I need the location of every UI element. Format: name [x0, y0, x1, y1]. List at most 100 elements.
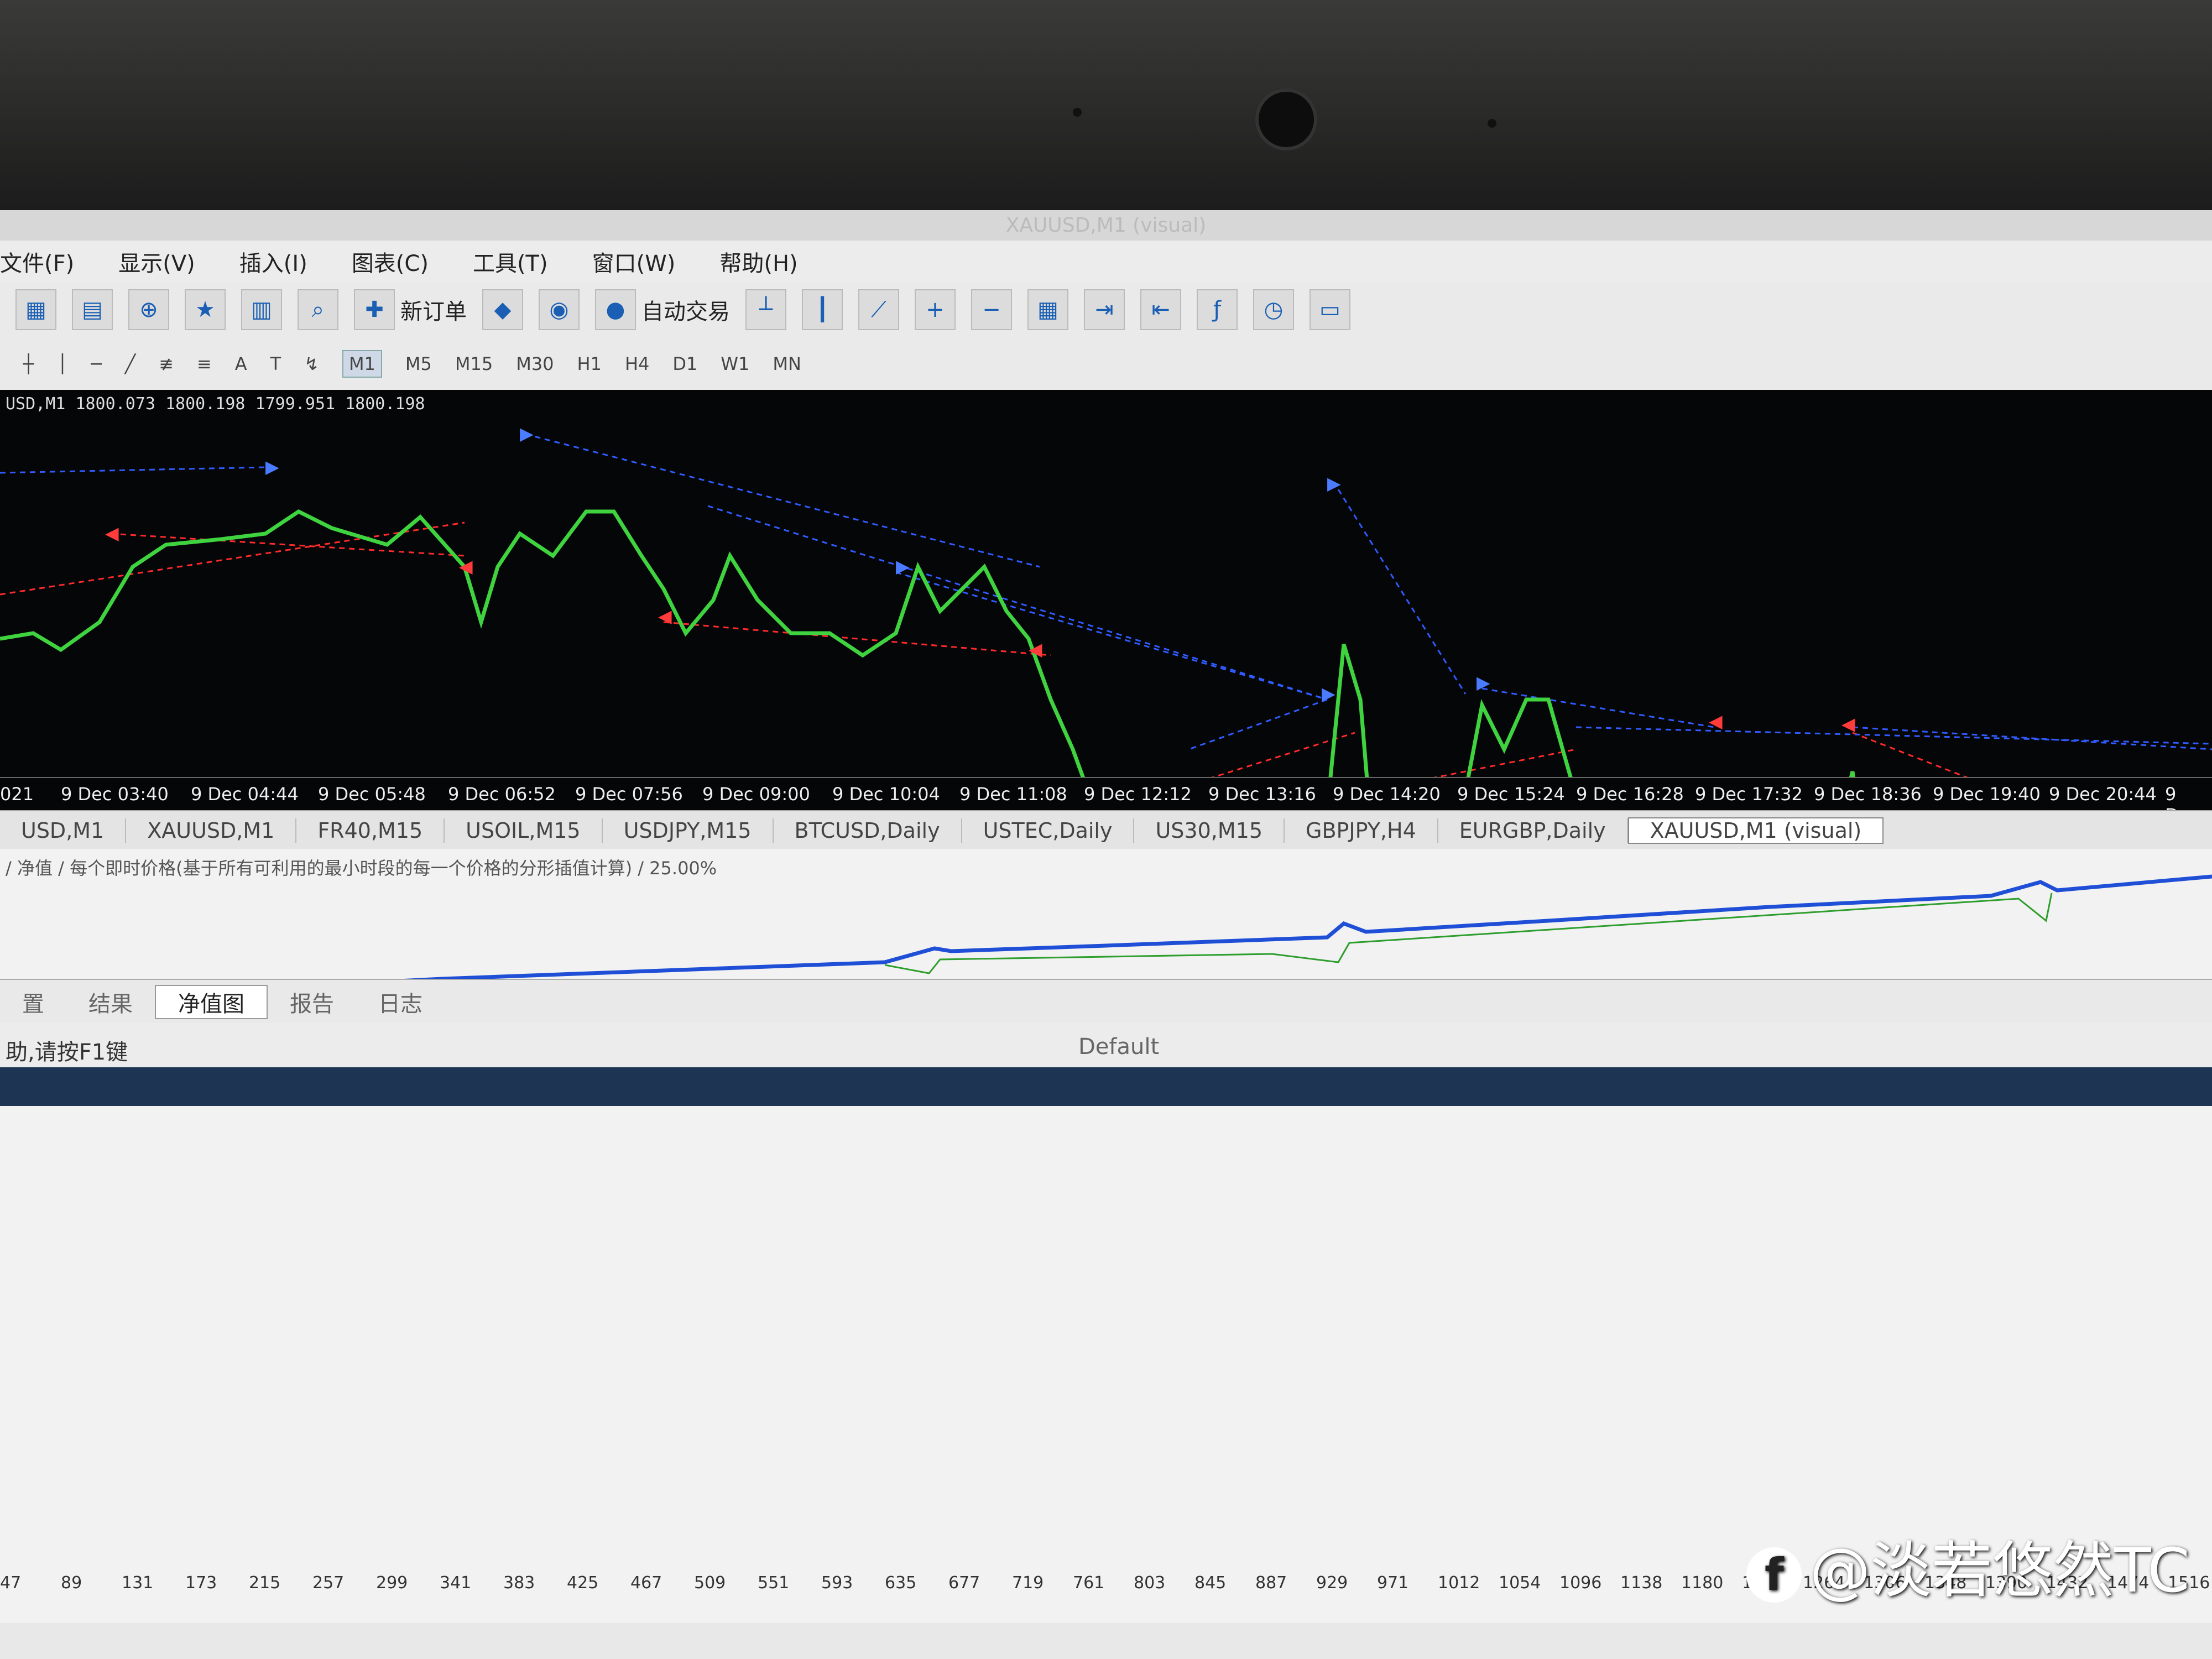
- label-tool-icon[interactable]: T: [270, 353, 281, 374]
- metaeditor-icon[interactable]: ◆: [482, 289, 523, 330]
- autoscroll-icon[interactable]: ⇥: [1084, 289, 1125, 330]
- x-label: 299: [376, 1573, 408, 1593]
- new-order-icon[interactable]: ✚: [354, 289, 395, 330]
- buy-arrow-icon: ▶: [1477, 672, 1490, 693]
- timeframe-m1[interactable]: M1: [342, 349, 382, 378]
- tile-windows-icon[interactable]: ▦: [1027, 289, 1068, 330]
- time-label: 9 Dec 05:48: [318, 784, 426, 805]
- tester-icon[interactable]: ⌕: [298, 289, 338, 330]
- profiles-icon[interactable]: ▤: [72, 289, 113, 330]
- chart-tab[interactable]: USD,M1: [0, 818, 127, 843]
- new-order-button[interactable]: 新订单: [400, 294, 467, 326]
- x-label: 887: [1255, 1573, 1287, 1593]
- zoom-out-icon[interactable]: −: [971, 289, 1012, 330]
- menu-help[interactable]: 帮助(H): [719, 246, 797, 278]
- buy-arrow-icon: ▶: [265, 456, 279, 477]
- menu-file[interactable]: 文件(F): [0, 246, 74, 278]
- signals-icon[interactable]: ◉: [539, 289, 580, 330]
- trade-line: [707, 505, 1328, 701]
- navigator-icon[interactable]: ★: [185, 289, 226, 330]
- candle-chart-icon[interactable]: ┃: [802, 289, 843, 330]
- chart-tab[interactable]: USOIL,M15: [445, 818, 603, 843]
- drawing-toolbar: ┼ │ ─ ╱ ≢ ≡ A T ↯ M1 M5 M15 M30 H1 H4 D1…: [0, 337, 2212, 391]
- timeframe-h1[interactable]: H1: [577, 353, 602, 374]
- status-profile: Default: [1078, 1034, 1160, 1060]
- chart-tabs: USD,M1 XAUUSD,M1 FR40,M15 USOIL,M15 USDJ…: [0, 810, 2212, 850]
- x-label: 677: [948, 1573, 980, 1593]
- buy-arrow-icon: ▶: [520, 423, 534, 444]
- watermark-text: @淡若悠然TC: [1809, 1535, 2190, 1606]
- x-label: 1138: [1620, 1573, 1663, 1593]
- tab-equity-graph[interactable]: 净值图: [155, 985, 268, 1019]
- x-label: 635: [885, 1573, 917, 1593]
- timeframe-m5[interactable]: M5: [405, 353, 432, 374]
- line-chart-icon[interactable]: ⟋: [858, 289, 899, 330]
- time-label: 9 Dec 09:00: [702, 784, 810, 805]
- tab-results[interactable]: 结果: [66, 986, 155, 1018]
- x-label: 425: [567, 1573, 599, 1593]
- sell-arrow-icon: ◀: [658, 606, 672, 627]
- bar-chart-icon[interactable]: ┴: [745, 289, 786, 330]
- menu-charts[interactable]: 图表(C): [352, 246, 429, 278]
- timeframe-h4[interactable]: H4: [625, 353, 649, 374]
- chart-tab-active[interactable]: XAUUSD,M1 (visual): [1627, 817, 1884, 844]
- chart-tab[interactable]: FR40,M15: [296, 818, 445, 843]
- timeframe-m15[interactable]: M15: [455, 353, 493, 374]
- buy-arrow-icon: ▶: [1322, 683, 1335, 704]
- x-label: 1180: [1681, 1573, 1724, 1593]
- chart-tab[interactable]: GBPJPY,H4: [1285, 818, 1438, 843]
- timeframe-d1[interactable]: D1: [672, 353, 697, 374]
- webcam: [1255, 88, 1317, 150]
- crosshair-icon[interactable]: ⊕: [128, 289, 169, 330]
- x-label: 257: [312, 1573, 345, 1593]
- time-label: 9 Dec 18:36: [1814, 784, 1922, 805]
- sell-arrow-icon: ◀: [105, 523, 119, 544]
- chart-tab[interactable]: BTCUSD,Daily: [774, 818, 962, 843]
- chart-shift-icon[interactable]: ⇤: [1140, 289, 1181, 330]
- x-label: 89: [61, 1573, 82, 1593]
- chart-tab[interactable]: USTEC,Daily: [962, 818, 1135, 843]
- sell-arrow-icon: ◀: [1709, 711, 1723, 732]
- new-chart-icon[interactable]: ▦: [15, 289, 56, 330]
- timeframe-mn[interactable]: MN: [773, 353, 801, 374]
- chart-tab[interactable]: EURGBP,Daily: [1438, 818, 1628, 843]
- status-bar: 助,请按F1键 Default: [0, 1023, 2212, 1067]
- menu-tools[interactable]: 工具(T): [473, 246, 548, 278]
- text-tool-icon[interactable]: A: [235, 353, 247, 374]
- chart-tab[interactable]: US30,M15: [1134, 818, 1285, 843]
- arrows-tool-icon[interactable]: ↯: [304, 353, 319, 374]
- auto-trade-icon[interactable]: ●: [595, 289, 636, 330]
- zoom-in-icon[interactable]: +: [915, 289, 956, 330]
- fibo-icon[interactable]: ≡: [197, 353, 212, 374]
- x-label: 803: [1134, 1573, 1166, 1593]
- templates-icon[interactable]: ▭: [1310, 289, 1350, 330]
- trendline-icon[interactable]: ╱: [125, 353, 135, 374]
- time-label: 9 Dec 11:08: [959, 784, 1067, 805]
- chart-tab[interactable]: USDJPY,M15: [603, 818, 774, 843]
- terminal-icon[interactable]: ▥: [241, 289, 282, 330]
- buy-arrow-icon: ▶: [1327, 473, 1341, 494]
- timeframe-m30[interactable]: M30: [516, 353, 554, 374]
- timeframe-w1[interactable]: W1: [721, 353, 749, 374]
- horizontal-line-icon[interactable]: ─: [91, 353, 102, 374]
- tab-settings[interactable]: 置: [0, 986, 66, 1018]
- auto-trade-button[interactable]: 自动交易: [641, 294, 730, 326]
- trade-line: [1852, 726, 2212, 750]
- channel-icon[interactable]: ≢: [159, 353, 174, 374]
- crosshair-tool-icon[interactable]: ┼: [23, 353, 34, 374]
- menu-view[interactable]: 显示(V): [118, 246, 195, 278]
- x-label: 929: [1316, 1573, 1348, 1593]
- menu-insert[interactable]: 插入(I): [239, 246, 307, 278]
- tester-tabs: 置 结果 净值图 报告 日志: [0, 979, 2212, 1024]
- time-axis: 021 9 Dec 03:40 9 Dec 04:44 9 Dec 05:48 …: [0, 777, 2212, 826]
- tab-journal[interactable]: 日志: [356, 986, 445, 1018]
- tab-report[interactable]: 报告: [268, 986, 356, 1018]
- status-help-text: 助,请按F1键: [6, 1040, 128, 1065]
- periods-icon[interactable]: ◷: [1253, 289, 1294, 330]
- trade-line: [1337, 489, 1467, 695]
- price-chart[interactable]: USD,M1 1800.073 1800.198 1799.951 1800.1…: [0, 390, 2212, 1005]
- vertical-line-icon[interactable]: │: [57, 353, 67, 374]
- indicators-icon[interactable]: ƒ: [1197, 289, 1238, 330]
- menu-window[interactable]: 窗口(W): [592, 246, 676, 278]
- chart-tab[interactable]: XAUUSD,M1: [126, 818, 297, 843]
